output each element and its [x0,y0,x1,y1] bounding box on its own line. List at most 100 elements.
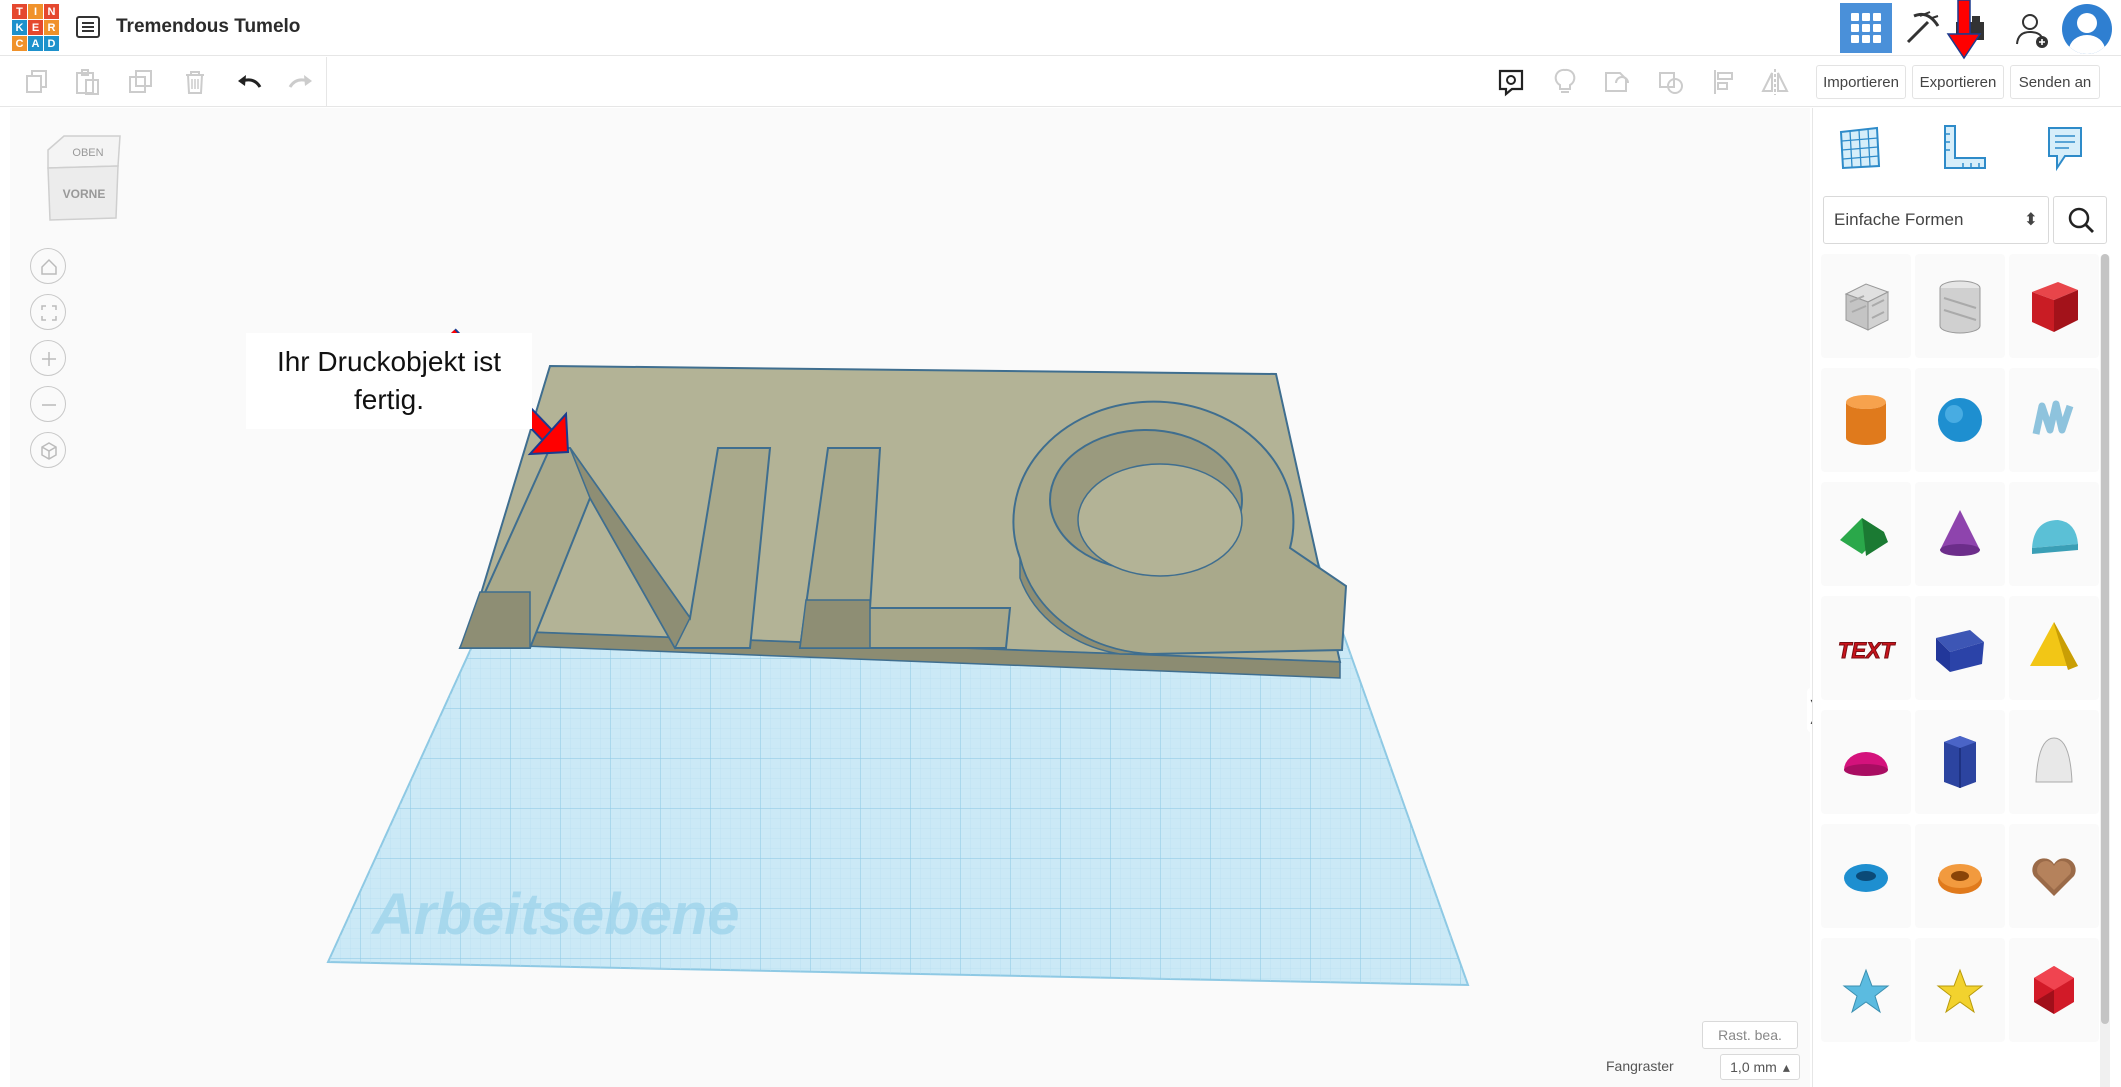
mirror-icon[interactable] [1760,67,1790,97]
home-icon [41,258,57,275]
shape-cylinder[interactable] [1821,368,1911,472]
notes-panel-icon[interactable] [2039,122,2091,174]
logo-letter: I [28,4,43,19]
minecraft-pickaxe-icon[interactable] [1900,8,1944,48]
shape-cone[interactable] [1915,482,2005,586]
nlq-model[interactable] [458,364,1348,679]
duplicate-icon[interactable] [126,67,156,97]
shape-heart[interactable] [2009,824,2099,928]
cone-icon [1940,510,1980,556]
shape-pyramid[interactable] [2009,596,2099,700]
pyramid-icon [2030,622,2078,670]
3d-scene[interactable]: Arbeitsebene [10,108,1810,1087]
shape-scribble[interactable] [2009,368,2099,472]
tube-icon [1938,864,1982,894]
shape-category-value: Einfache Formen [1834,210,1964,229]
edit-grid-button[interactable]: Rast. bea. [1702,1021,1798,1049]
cylinder-hole-icon [1939,280,1981,334]
import-button[interactable]: Importieren [1816,65,1906,99]
export-annotation-arrow [1946,0,1982,60]
shape-text[interactable]: TEXT [1821,596,1911,700]
shape-tube[interactable] [1915,824,2005,928]
trash-icon[interactable] [180,67,210,97]
light-bulb-icon[interactable] [1550,67,1580,97]
paste-icon[interactable] [72,67,102,97]
logo-letter: C [12,36,27,51]
svg-text:TEXT: TEXT [1838,638,1896,663]
shape-half-sphere[interactable] [1821,710,1911,814]
hexagonal-prism-icon [1944,736,1976,788]
shape-half-cylinder-prism[interactable] [1915,596,2005,700]
cube-icon [41,442,57,460]
perspective-button[interactable] [30,432,66,468]
view-cube-top-label: OBEN [72,147,103,159]
shape-icosahedron[interactable] [2009,938,2099,1042]
shape-box[interactable] [2009,254,2099,358]
callout-note: Ihr Druckobjekt ist fertig. [246,333,532,429]
view-cube-front-label: VORNE [63,187,106,201]
workplane-label: Arbeitsebene [370,882,739,947]
box-icon [2032,282,2078,332]
zoom-out-button[interactable] [30,386,66,422]
shape-round-roof[interactable] [2009,482,2099,586]
cylinder-icon [1846,395,1886,445]
notes-icon[interactable] [1496,67,1526,97]
shape-roof[interactable] [1821,482,1911,586]
panel-scrollbar[interactable] [2100,254,2110,1087]
workplane-grid-icon[interactable] [1833,122,1885,174]
snap-grid-value: 1,0 mm [1730,1059,1777,1075]
paraboloid-icon [2035,737,2073,783]
shapes-panel: Einfache Formen ⬍ TEXT [1812,108,2121,1087]
minus-icon [42,404,56,406]
logo-letter: A [28,36,43,51]
round-roof-icon [2032,520,2078,554]
shape-box-hole[interactable] [1821,254,1911,358]
shape-hexagonal-prism[interactable] [1915,710,2005,814]
fit-view-button[interactable] [30,294,66,330]
shape-torus[interactable] [1821,824,1911,928]
snap-grid-label: Fangraster [1606,1058,1674,1074]
plus-icon [42,352,56,366]
copy-icon[interactable] [22,67,52,97]
view-cube[interactable]: OBEN VORNE [40,134,126,226]
logo-letter: D [44,36,59,51]
star-icon [1842,968,1890,1014]
icosahedron-icon [2034,966,2074,1014]
text-icon: TEXT [1837,638,1896,664]
shape-search-button[interactable] [2053,196,2107,244]
undo-icon[interactable] [234,67,264,97]
caret-up-icon: ▴ [1782,1058,1790,1075]
half-cylinder-prism-icon [1936,630,1984,672]
half-sphere-icon [1844,752,1888,776]
align-icon[interactable] [1710,67,1740,97]
sphere-icon [1938,398,1982,442]
heart-icon [2032,858,2076,896]
home-view-button[interactable] [30,248,66,284]
3d-view-icon[interactable] [1840,3,1892,53]
export-button[interactable]: Exportieren [1912,65,2004,99]
redo-icon[interactable] [286,67,316,97]
design-list-icon[interactable] [76,16,100,38]
ungroup-icon[interactable] [1656,67,1686,97]
shape-star-yellow[interactable] [1915,938,2005,1042]
logo-letter: R [44,20,59,35]
snap-grid-select[interactable]: 1,0 mm ▴ [1720,1054,1800,1080]
design-title[interactable]: Tremendous Tumelo [116,16,300,38]
zoom-in-button[interactable] [30,340,66,376]
ruler-icon[interactable] [1937,122,1989,174]
shape-star[interactable] [1821,938,1911,1042]
shape-sphere[interactable] [1915,368,2005,472]
group-icon[interactable] [1602,67,1632,97]
shape-paraboloid[interactable] [2009,710,2099,814]
logo-letter: K [12,20,27,35]
send-to-button[interactable]: Senden an [2010,65,2100,99]
shape-cylinder-hole[interactable] [1915,254,2005,358]
add-user-icon[interactable] [2012,10,2052,50]
shape-category-select[interactable]: Einfache Formen ⬍ [1823,196,2049,244]
tinkercad-logo[interactable]: T I N K E R C A D [12,4,60,52]
workplane-viewport[interactable]: Arbeitsebene OBEN VORNE Ihr Druckobjekt … [10,108,1825,1087]
roof-icon [1840,518,1888,556]
tinkercad-editor: T I N K E R C A D Tremendous Tumelo Impo… [0,0,2121,1087]
scribble-icon [2032,400,2074,435]
user-avatar[interactable] [2062,4,2112,54]
